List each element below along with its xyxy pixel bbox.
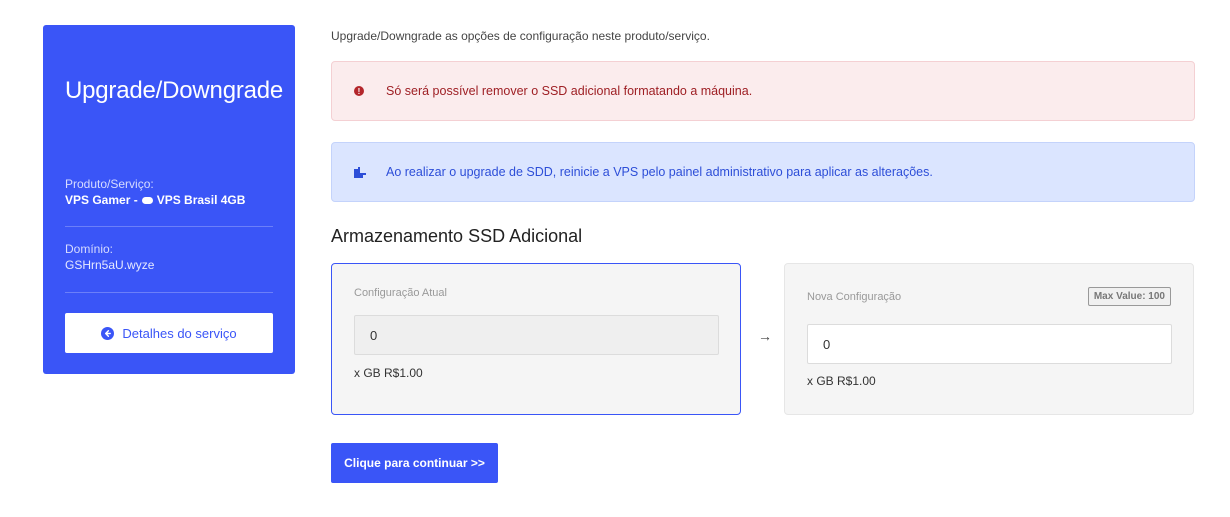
service-details-button[interactable]: Detalhes do serviço bbox=[65, 313, 273, 353]
alert-info: Ao realizar o upgrade de SDD, reinicie a… bbox=[331, 142, 1195, 202]
product-group: VPS Gamer - bbox=[65, 193, 138, 207]
service-details-label: Detalhes do serviço bbox=[122, 325, 237, 341]
arrow-right-icon: → bbox=[758, 328, 772, 344]
divider bbox=[65, 292, 273, 293]
current-config-panel: Configuração Atual x GB R$1.00 bbox=[331, 263, 741, 415]
current-config-input[interactable] bbox=[354, 315, 719, 355]
new-config-label: Nova Configuração bbox=[807, 291, 902, 303]
new-config-input[interactable] bbox=[807, 324, 1172, 364]
sidebar-title: Upgrade/Downgrade bbox=[65, 77, 284, 104]
intro-text: Upgrade/Downgrade as opções de configura… bbox=[331, 29, 710, 43]
product-value: VPS Gamer - VPS Brasil 4GB bbox=[65, 192, 273, 208]
alert-danger-text: Só será possível remover o SSD adicional… bbox=[386, 84, 753, 98]
current-config-price: x GB R$1.00 bbox=[354, 366, 423, 380]
domain-label: Domínio: bbox=[65, 242, 114, 256]
product-info: Produto/Serviço: VPS Gamer - VPS Brasil … bbox=[65, 176, 273, 208]
external-link-icon bbox=[353, 166, 366, 178]
sidebar-card: Upgrade/Downgrade Produto/Serviço: VPS G… bbox=[43, 25, 295, 374]
alert-info-text: Ao realizar o upgrade de SDD, reinicie a… bbox=[386, 165, 933, 179]
section-title: Armazenamento SSD Adicional bbox=[331, 226, 583, 246]
cloud-icon bbox=[141, 196, 153, 204]
alert-danger: ! Só será possível remover o SSD adicion… bbox=[331, 61, 1195, 121]
current-config-label: Configuração Atual bbox=[354, 287, 447, 299]
domain-value: GSHrn5aU.wyze bbox=[65, 258, 155, 272]
new-config-panel: Nova Configuração Max Value: 100 x GB R$… bbox=[784, 263, 1194, 415]
info-circle-icon: ! bbox=[354, 86, 364, 96]
product-label: Produto/Serviço: bbox=[65, 177, 154, 191]
continue-button[interactable]: Clique para continuar >> bbox=[331, 443, 498, 483]
new-config-price: x GB R$1.00 bbox=[807, 374, 876, 388]
arrow-circle-left-icon bbox=[101, 326, 115, 340]
product-name: VPS Brasil 4GB bbox=[156, 193, 246, 207]
max-value-badge: Max Value: 100 bbox=[1087, 287, 1171, 306]
divider bbox=[65, 226, 273, 227]
domain-info: Domínio: GSHrn5aU.wyze bbox=[65, 241, 273, 273]
